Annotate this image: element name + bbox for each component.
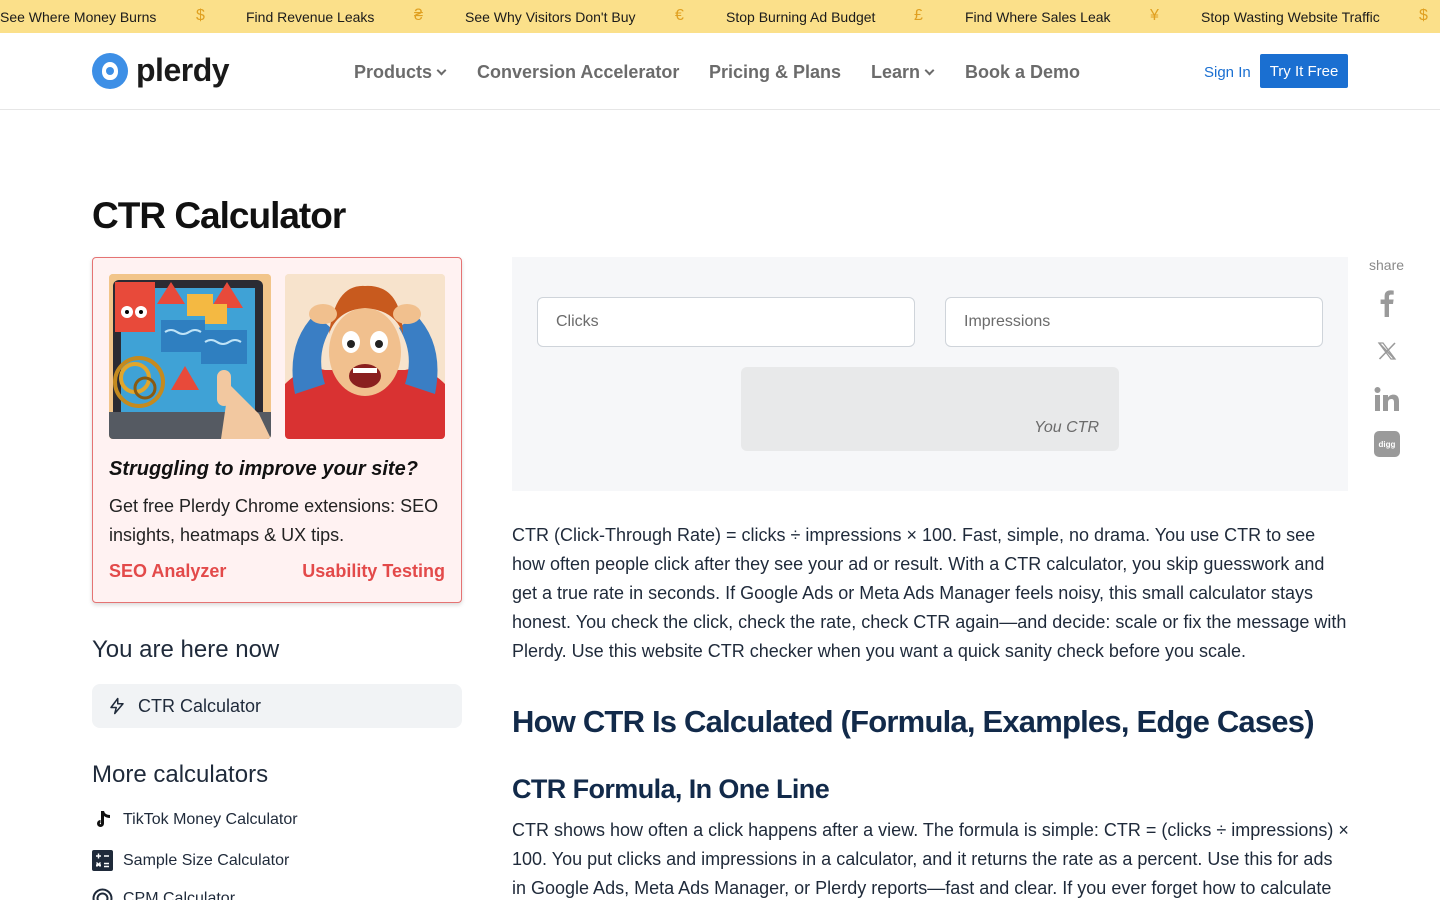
lightning-icon: [110, 697, 124, 715]
ticker-item[interactable]: Stop Burning Ad Budget: [726, 9, 875, 25]
nav-products[interactable]: Products: [354, 62, 447, 83]
yen-icon: ¥: [1150, 7, 1159, 24]
nav-conversion-accelerator[interactable]: Conversion Accelerator: [477, 62, 679, 83]
formula-section-heading: How CTR Is Calculated (Formula, Examples…: [512, 704, 1315, 739]
digg-icon[interactable]: digg: [1374, 431, 1400, 457]
calculator-link-label: TikTok Money Calculator: [123, 810, 298, 828]
nav-learn[interactable]: Learn: [871, 62, 935, 83]
chrome-extension-promo-card: Struggling to improve your site? Get fre…: [92, 257, 462, 603]
svg-text:digg: digg: [1379, 440, 1396, 449]
ticker-item[interactable]: See Why Visitors Don't Buy: [465, 9, 635, 25]
ctr-result-label: You CTR: [1034, 419, 1099, 436]
tiktok-icon: [92, 809, 113, 830]
sample-size-calculator-link[interactable]: Sample Size Calculator: [92, 850, 289, 871]
plerdy-logo-icon: [92, 52, 128, 89]
you-are-here-heading: You are here now: [92, 636, 280, 663]
chevron-down-icon: [436, 65, 447, 76]
impressions-input[interactable]: [945, 297, 1323, 347]
tiktok-money-calculator-link[interactable]: TikTok Money Calculator: [92, 809, 298, 830]
nav-book-demo[interactable]: Book a Demo: [965, 62, 1080, 83]
promo-heading: Struggling to improve your site?: [109, 458, 418, 480]
nav-label: Learn: [871, 62, 921, 82]
formula-subheading: CTR Formula, In One Line: [512, 774, 830, 804]
dollar-icon: $: [1419, 7, 1428, 24]
page-title: CTR Calculator: [92, 195, 346, 236]
ctr-result-box: You CTR: [741, 367, 1119, 451]
sign-in-link[interactable]: Sign In: [1204, 64, 1251, 81]
nav-label: Products: [354, 62, 433, 82]
linkedin-icon[interactable]: [1374, 386, 1400, 412]
nav-label: Book a Demo: [965, 62, 1081, 82]
promo-ticker: See Where Money Burns $ Find Revenue Lea…: [0, 0, 1440, 33]
ticker-item[interactable]: See Where Money Burns: [0, 9, 156, 25]
site-header: plerdy Products Conversion Accelerator P…: [0, 33, 1440, 110]
ctr-calculator-widget: You CTR: [512, 257, 1348, 491]
try-free-button[interactable]: Try It Free: [1260, 54, 1348, 88]
ticker-item[interactable]: Stop Wasting Website Traffic: [1201, 9, 1380, 25]
logo-text: plerdy: [136, 52, 230, 88]
facebook-icon[interactable]: [1374, 290, 1400, 317]
current-calculator-label: CTR Calculator: [138, 695, 262, 716]
x-icon[interactable]: [1374, 338, 1400, 364]
nav-label: Pricing & Plans: [709, 62, 842, 82]
hryvnia-icon: ₴: [414, 7, 423, 24]
formula-paragraph: CTR shows how often a click happens afte…: [512, 820, 1349, 898]
euro-icon: €: [675, 7, 684, 24]
current-calculator-item[interactable]: CTR Calculator: [92, 684, 462, 728]
frustrated-man-illustration: [285, 274, 445, 439]
broken-website-illustration: [109, 274, 271, 439]
chevron-down-icon: [924, 65, 935, 76]
intro-paragraph: CTR (Click-Through Rate) = clicks ÷ impr…: [512, 525, 1347, 661]
share-label: share: [1369, 257, 1405, 273]
ticker-item[interactable]: Find Where Sales Leak: [965, 9, 1111, 25]
calculator-icon: [92, 850, 113, 871]
seo-analyzer-link[interactable]: SEO Analyzer: [109, 561, 226, 582]
more-calculators-heading: More calculators: [92, 761, 269, 788]
cpm-calculator-link[interactable]: CPM Calculator: [92, 888, 235, 900]
ticker-item[interactable]: Find Revenue Leaks: [246, 9, 374, 25]
nav-label: Conversion Accelerator: [477, 62, 680, 82]
calculator-link-label: Sample Size Calculator: [123, 851, 290, 869]
promo-text: Get free Plerdy Chrome extensions: SEO i…: [109, 496, 439, 545]
usability-testing-link[interactable]: Usability Testing: [302, 561, 445, 582]
pound-icon: £: [914, 7, 923, 24]
dollar-icon: $: [196, 7, 205, 24]
calculator-link-label: CPM Calculator: [123, 889, 236, 900]
plerdy-logo[interactable]: plerdy: [92, 52, 230, 89]
nav-pricing[interactable]: Pricing & Plans: [709, 62, 841, 83]
target-icon: [92, 888, 113, 900]
clicks-input[interactable]: [537, 297, 915, 347]
